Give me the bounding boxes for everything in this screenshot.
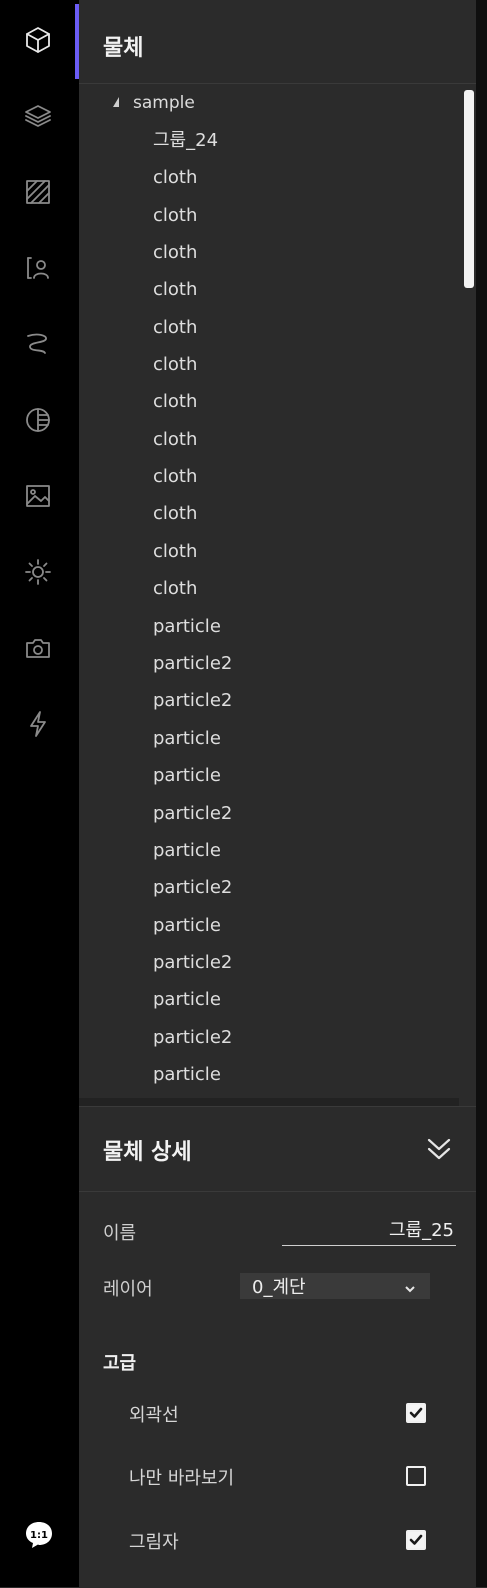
- tree-item[interactable]: particle: [153, 764, 221, 788]
- tree-item[interactable]: cloth: [153, 502, 197, 526]
- layer-label: 레이어: [103, 1279, 153, 1300]
- tree-root-label: sample: [133, 93, 195, 113]
- cube-icon[interactable]: [18, 20, 58, 60]
- tree-item[interactable]: cloth: [153, 428, 197, 452]
- image-icon[interactable]: [18, 476, 58, 516]
- lightning-icon[interactable]: [18, 704, 58, 744]
- left-icon-rail: 1:1: [0, 0, 79, 1587]
- right-edge-strip: [476, 0, 487, 1587]
- outline-checkbox[interactable]: [406, 1403, 426, 1423]
- ratio-badge: 1:1: [30, 1530, 48, 1541]
- objects-panel: 물체 sample 그룹_24 cloth cloth cloth cloth …: [75, 0, 476, 1588]
- tree-item[interactable]: particle2: [153, 876, 232, 900]
- tree-item[interactable]: particle2: [153, 689, 232, 713]
- details-header: 물체 상세: [79, 1107, 476, 1192]
- aspect-ratio-chat-icon[interactable]: 1:1: [24, 1520, 54, 1550]
- object-details-section: 물체 상세 이름 레이어 0_계단 고급 외곽선 나만 바라보기 그림자: [79, 1106, 476, 1588]
- object-tree: sample 그룹_24 cloth cloth cloth cloth clo…: [79, 84, 459, 1104]
- half-sphere-icon[interactable]: [18, 400, 58, 440]
- tree-item[interactable]: cloth: [153, 577, 197, 601]
- outline-option-label: 외곽선: [129, 1405, 179, 1426]
- tree-item[interactable]: particle2: [153, 1026, 232, 1050]
- sun-icon[interactable]: [18, 552, 58, 592]
- expand-caret-icon[interactable]: [113, 97, 119, 107]
- tree-item[interactable]: particle2: [153, 652, 232, 676]
- panel-header: 물체: [75, 4, 476, 84]
- layers-icon[interactable]: [18, 96, 58, 136]
- layer-select-value: 0_계단: [252, 1277, 306, 1298]
- details-title: 물체 상세: [103, 1140, 192, 1165]
- tree-item[interactable]: particle: [153, 988, 221, 1012]
- tree-item[interactable]: particle: [153, 727, 221, 751]
- look-at-me-option-label: 나만 바라보기: [129, 1468, 235, 1489]
- tree-item[interactable]: cloth: [153, 390, 197, 414]
- layer-select[interactable]: 0_계단: [240, 1273, 430, 1299]
- person-icon[interactable]: [18, 248, 58, 288]
- tree-item[interactable]: cloth: [153, 278, 197, 302]
- tree-item[interactable]: particle: [153, 615, 221, 639]
- curve-icon[interactable]: [18, 324, 58, 364]
- name-label: 이름: [103, 1223, 137, 1244]
- tree-item[interactable]: cloth: [153, 540, 197, 564]
- tree-item[interactable]: 그룹_24: [153, 129, 218, 153]
- active-accent-bar: [75, 4, 79, 79]
- camera-icon[interactable]: [18, 628, 58, 668]
- look-at-me-checkbox[interactable]: [406, 1466, 426, 1486]
- shadow-option-label: 그림자: [129, 1532, 179, 1553]
- chevron-down-icon: [404, 1279, 416, 1293]
- tree-item[interactable]: cloth: [153, 166, 197, 190]
- tree-root-sample[interactable]: sample: [113, 91, 195, 115]
- tree-bottom-edge: [79, 1098, 459, 1106]
- tree-scrollbar-thumb[interactable]: [464, 90, 474, 288]
- tree-item[interactable]: cloth: [153, 465, 197, 489]
- tree-item[interactable]: particle2: [153, 951, 232, 975]
- tree-item[interactable]: particle: [153, 839, 221, 863]
- panel-title: 물체: [103, 36, 144, 61]
- tree-item[interactable]: particle: [153, 914, 221, 938]
- advanced-section-title: 고급: [103, 1353, 137, 1374]
- tree-item[interactable]: particle2: [153, 802, 232, 826]
- tree-item[interactable]: cloth: [153, 316, 197, 340]
- tree-item[interactable]: cloth: [153, 353, 197, 377]
- collapse-chevrons-icon[interactable]: [425, 1135, 453, 1163]
- hatch-pattern-icon[interactable]: [18, 172, 58, 212]
- tree-item[interactable]: cloth: [153, 204, 197, 228]
- tree-item[interactable]: cloth: [153, 241, 197, 265]
- shadow-checkbox[interactable]: [406, 1530, 426, 1550]
- name-input[interactable]: [282, 1213, 456, 1246]
- tree-item[interactable]: particle: [153, 1063, 221, 1087]
